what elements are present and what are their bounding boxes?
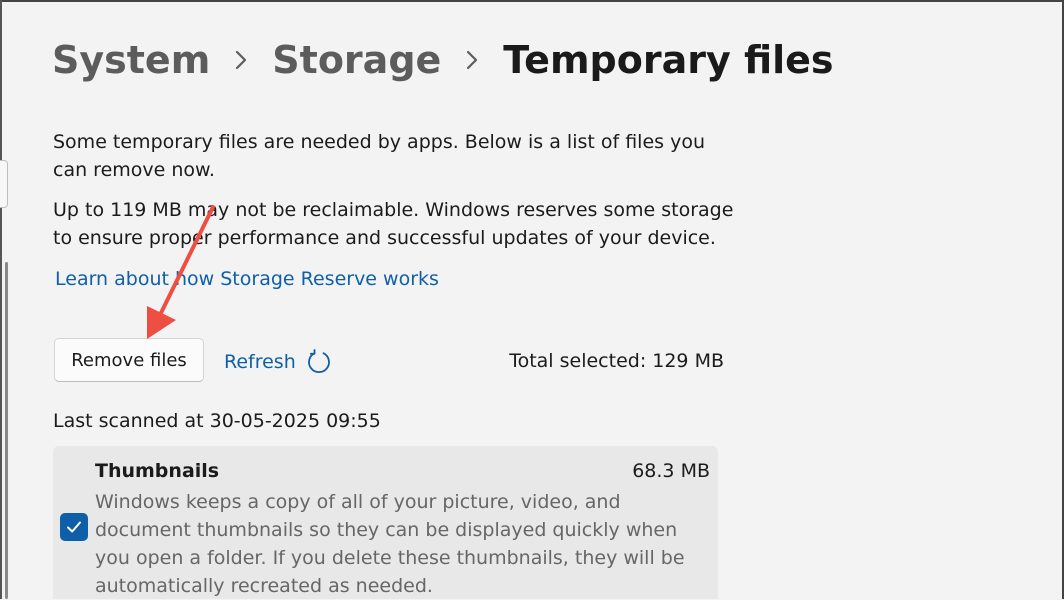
item-size: 68.3 MB bbox=[632, 460, 710, 482]
window-frame-top bbox=[0, 0, 1064, 2]
breadcrumb: System Storage Temporary files bbox=[52, 34, 834, 86]
breadcrumb-storage[interactable]: Storage bbox=[272, 38, 441, 82]
refresh-icon bbox=[306, 349, 332, 375]
checkmark-icon bbox=[67, 521, 81, 533]
chevron-right-icon bbox=[210, 49, 272, 71]
total-selected: Total selected: 129 MB bbox=[509, 350, 724, 372]
breadcrumb-system[interactable]: System bbox=[52, 38, 210, 82]
item-title: Thumbnails bbox=[95, 460, 220, 482]
scrollbar[interactable] bbox=[5, 262, 8, 599]
storage-reserve-text: Up to 119 MB may not be reclaimable. Win… bbox=[53, 199, 734, 249]
last-scanned-text: Last scanned at 30-05-2025 09:55 bbox=[53, 410, 381, 432]
window-frame-left bbox=[0, 0, 2, 599]
refresh-button[interactable]: Refresh bbox=[224, 346, 332, 378]
thumbnails-checkbox[interactable] bbox=[60, 513, 88, 541]
item-description: Windows keeps a copy of all of your pict… bbox=[95, 491, 685, 597]
page-title: Temporary files bbox=[503, 38, 834, 82]
refresh-label: Refresh bbox=[224, 351, 296, 373]
storage-reserve-link[interactable]: Learn about how Storage Reserve works bbox=[55, 265, 439, 293]
list-item-thumbnails[interactable]: Thumbnails 68.3 MB Windows keeps a copy … bbox=[53, 446, 718, 599]
navigation-pane-handle[interactable] bbox=[0, 160, 8, 208]
intro-text: Some temporary files are needed by apps.… bbox=[53, 131, 705, 181]
chevron-right-icon bbox=[441, 49, 503, 71]
remove-files-button[interactable]: Remove files bbox=[54, 338, 204, 382]
